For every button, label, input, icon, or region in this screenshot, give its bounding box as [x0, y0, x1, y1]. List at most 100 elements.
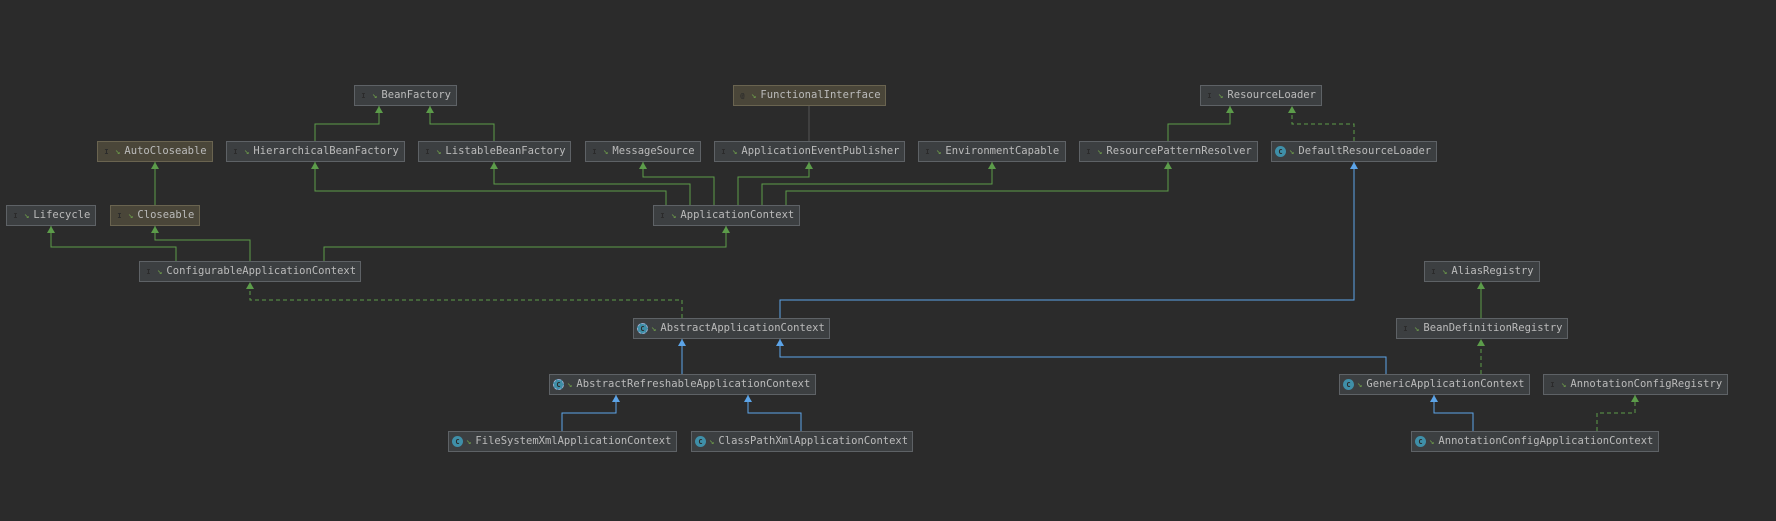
node-abstractrefreshableapplicationcontext[interactable]: C ↘ AbstractRefreshableApplicationContext: [549, 374, 816, 395]
interface-icon: I: [660, 211, 665, 220]
visibility-icon: ↘: [128, 210, 134, 221]
class-icon: C: [1415, 436, 1426, 447]
visibility-icon: ↘: [1357, 379, 1363, 390]
node-annotationconfigapplicationcontext[interactable]: C ↘ AnnotationConfigApplicationContext: [1411, 431, 1659, 452]
edge-resourcepatternresolver-to-resourceloader: [1167, 106, 1231, 141]
arrowhead-icon: [151, 226, 159, 233]
arrowhead-icon: [722, 226, 730, 233]
visibility-icon: ↘: [157, 266, 163, 277]
arrowhead-icon: [776, 339, 784, 346]
arrowhead-icon: [1350, 162, 1358, 169]
visibility-icon: ↘: [671, 210, 677, 221]
node-abstractapplicationcontext[interactable]: C ↘ AbstractApplicationContext: [633, 318, 830, 339]
visibility-icon: ↘: [1442, 266, 1448, 277]
visibility-icon: ↘: [1429, 436, 1435, 447]
interface-icon: I: [146, 267, 151, 276]
node-beandefinitionregistry[interactable]: I ↘ BeanDefinitionRegistry: [1396, 318, 1568, 339]
arrowhead-icon: [678, 339, 686, 346]
node-label: AliasRegistry: [1451, 265, 1534, 278]
interface-icon: I: [1403, 324, 1408, 333]
arrowhead-icon: [246, 282, 254, 289]
arrowhead-icon: [1477, 282, 1485, 289]
class-diagram: I ↘ BeanFactory @ ↘ FunctionalInterface I ↘ Re…: [0, 0, 1776, 521]
edge-listablebeanfactory-to-beanfactory: [429, 106, 495, 141]
arrowhead-icon: [1288, 106, 1296, 113]
visibility-icon: ↘: [24, 210, 30, 221]
edge-annotationconfigapplicationcontext-to-genericapplicationcontext: [1433, 395, 1474, 431]
node-label: DefaultResourceLoader: [1298, 145, 1432, 158]
node-label: ResourcePatternResolver: [1106, 145, 1252, 158]
interface-icon: I: [721, 147, 726, 156]
visibility-icon: ↘: [567, 379, 573, 390]
node-label: ResourceLoader: [1227, 89, 1316, 102]
node-resourceloader[interactable]: I ↘ ResourceLoader: [1200, 85, 1322, 106]
visibility-icon: ↘: [751, 90, 757, 101]
arrowhead-icon: [805, 162, 813, 169]
node-listablebeanfactory[interactable]: I ↘ ListableBeanFactory: [418, 141, 571, 162]
node-environmentcapable[interactable]: I ↘ EnvironmentCapable: [918, 141, 1066, 162]
visibility-icon: ↘: [1414, 323, 1420, 334]
node-applicationcontext[interactable]: I ↘ ApplicationContext: [653, 205, 800, 226]
arrowhead-icon: [311, 162, 319, 169]
arrowhead-icon: [426, 106, 434, 113]
arrowhead-icon: [1631, 395, 1639, 402]
abstract-class-icon: C: [553, 379, 564, 390]
arrowhead-icon: [375, 106, 383, 113]
node-classpathxmlapplicationcontext[interactable]: C ↘ ClassPathXmlApplicationContext: [691, 431, 913, 452]
class-icon: C: [452, 436, 463, 447]
node-messagesource[interactable]: I ↘ MessageSource: [585, 141, 701, 162]
node-defaultresourceloader[interactable]: C ↘ DefaultResourceLoader: [1271, 141, 1437, 162]
interface-icon: I: [592, 147, 597, 156]
edge-configurableapplicationcontext-to-closeable: [154, 226, 251, 261]
visibility-icon: ↘: [1289, 146, 1295, 157]
node-label: HierarchicalBeanFactory: [253, 145, 399, 158]
edge-configurableapplicationcontext-to-applicationcontext: [323, 226, 727, 261]
node-label: FileSystemXmlApplicationContext: [475, 435, 672, 448]
arrowhead-icon: [612, 395, 620, 402]
node-lifecycle[interactable]: I ↘ Lifecycle: [6, 205, 96, 226]
class-icon: C: [1343, 379, 1354, 390]
visibility-icon: ↘: [436, 146, 442, 157]
node-label: ClassPathXmlApplicationContext: [718, 435, 909, 448]
node-label: BeanDefinitionRegistry: [1423, 322, 1563, 335]
node-label: AbstractRefreshableApplicationContext: [576, 378, 811, 391]
node-functionalinterface[interactable]: @ ↘ FunctionalInterface: [733, 85, 886, 106]
visibility-icon: ↘: [466, 436, 472, 447]
visibility-icon: ↘: [1561, 379, 1567, 390]
visibility-icon: ↘: [651, 323, 657, 334]
node-annotationconfigregistry[interactable]: I ↘ AnnotationConfigRegistry: [1543, 374, 1728, 395]
node-filesystemxmlapplicationcontext[interactable]: C ↘ FileSystemXmlApplicationContext: [448, 431, 677, 452]
interface-icon: I: [13, 211, 18, 220]
node-aliasregistry[interactable]: I ↘ AliasRegistry: [1424, 261, 1540, 282]
node-closeable[interactable]: I ↘ Closeable: [110, 205, 200, 226]
node-label: GenericApplicationContext: [1366, 378, 1525, 391]
edge-defaultresourceloader-to-resourceloader: [1291, 106, 1355, 141]
visibility-icon: ↘: [732, 146, 738, 157]
node-resourcepatternresolver[interactable]: I ↘ ResourcePatternResolver: [1079, 141, 1258, 162]
arrowhead-icon: [744, 395, 752, 402]
arrowhead-icon: [47, 226, 55, 233]
edge-abstractapplicationcontext-to-configurableapplicationcontext: [249, 282, 683, 318]
node-beanfactory[interactable]: I ↘ BeanFactory: [354, 85, 457, 106]
node-label: AnnotationConfigApplicationContext: [1438, 435, 1654, 448]
node-hierarchicalbeanfactory[interactable]: I ↘ HierarchicalBeanFactory: [226, 141, 405, 162]
visibility-icon: ↘: [936, 146, 942, 157]
arrowhead-icon: [1430, 395, 1438, 402]
visibility-icon: ↘: [372, 90, 378, 101]
edge-applicationcontext-to-environmentcapable: [761, 162, 993, 205]
node-label: Closeable: [137, 209, 195, 222]
node-label: FunctionalInterface: [760, 89, 881, 102]
arrowhead-icon: [988, 162, 996, 169]
interface-icon: I: [1550, 380, 1555, 389]
node-applicationeventpublisher[interactable]: I ↘ ApplicationEventPublisher: [714, 141, 905, 162]
node-genericapplicationcontext[interactable]: C ↘ GenericApplicationContext: [1339, 374, 1530, 395]
node-label: ApplicationContext: [680, 209, 795, 222]
edge-annotationconfigapplicationcontext-to-annotationconfigregistry: [1596, 395, 1636, 431]
node-configurableapplicationcontext[interactable]: I ↘ ConfigurableApplicationContext: [139, 261, 361, 282]
node-autocloseable[interactable]: I ↘ AutoCloseable: [97, 141, 213, 162]
interface-icon: I: [425, 147, 430, 156]
abstract-class-icon: C: [637, 323, 648, 334]
annotation-icon: @: [740, 91, 745, 100]
arrowhead-icon: [639, 162, 647, 169]
arrowhead-icon: [151, 162, 159, 169]
